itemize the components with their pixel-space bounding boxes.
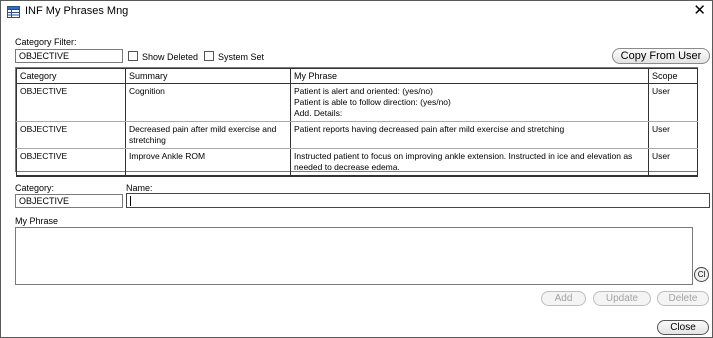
column-header-scope[interactable]: Scope (648, 68, 698, 84)
table-row[interactable]: OBJECTIVE Decreased pain after mild exer… (16, 121, 698, 149)
table-window-icon (7, 6, 20, 18)
update-button[interactable]: Update (593, 291, 651, 306)
phrases-table: Category Summary My Phrase Scope OBJECTI… (15, 67, 698, 177)
show-deleted-label: Show Deleted (142, 52, 199, 62)
cell-category: OBJECTIVE (16, 83, 126, 122)
phrase-line: Add. Details: (294, 108, 343, 118)
table-row[interactable]: OBJECTIVE Improve Ankle ROM Instructed p… (16, 148, 698, 177)
cell-summary: Improve Ankle ROM (125, 148, 291, 177)
cell-category: OBJECTIVE (16, 121, 126, 149)
summary-line: stretching (129, 135, 166, 145)
my-phrases-window: INF My Phrases Mng ✕ Category Filter: OB… (0, 0, 713, 338)
category-filter-input[interactable]: OBJECTIVE (15, 49, 123, 63)
clear-button[interactable]: Cl (694, 267, 709, 282)
text-cursor (130, 196, 131, 206)
cell-category: OBJECTIVE (16, 148, 126, 177)
window-title: INF My Phrases Mng (25, 5, 129, 17)
cell-my-phrase: Patient reports having decreased pain af… (290, 121, 649, 149)
column-header-my-phrase[interactable]: My Phrase (290, 68, 649, 84)
cell-scope: User (648, 83, 698, 122)
system-set-checkbox[interactable] (204, 51, 214, 61)
my-phrase-textarea[interactable] (15, 227, 693, 285)
phrase-line: Patient is alert and oriented: (yes/no) (294, 86, 433, 96)
name-label: Name: (126, 183, 153, 193)
show-deleted-checkbox[interactable] (128, 51, 138, 61)
category-filter-label: Category Filter: (15, 37, 77, 47)
add-button[interactable]: Add (541, 291, 586, 306)
cell-my-phrase: Patient is alert and oriented: (yes/no) … (290, 83, 649, 122)
cell-scope: User (648, 148, 698, 177)
column-header-category[interactable]: Category (16, 68, 126, 84)
summary-line: Decreased pain after mild exercise and (129, 124, 277, 134)
cell-my-phrase: Instructed patient to focus on improving… (290, 148, 649, 177)
phrase-line: Patient is able to follow direction: (ye… (294, 97, 451, 107)
cell-summary: Decreased pain after mild exercise and s… (125, 121, 291, 149)
delete-button[interactable]: Delete (657, 291, 709, 306)
my-phrase-label: My Phrase (15, 216, 59, 226)
system-set-label: System Set (218, 52, 265, 62)
close-window-icon[interactable]: ✕ (693, 3, 706, 19)
name-input[interactable] (126, 193, 710, 208)
title-bar: INF My Phrases Mng ✕ (1, 1, 712, 23)
copy-from-user-button[interactable]: Copy From User (612, 48, 710, 64)
category-input[interactable]: OBJECTIVE (15, 194, 123, 208)
phrase-line: needed to decrease edema. (294, 162, 400, 172)
category-label: Category: (15, 183, 55, 193)
table-row[interactable]: OBJECTIVE Cognition Patient is alert and… (16, 83, 698, 122)
cell-scope: User (648, 121, 698, 149)
column-header-summary[interactable]: Summary (125, 68, 291, 84)
cell-summary: Cognition (125, 83, 291, 122)
close-button[interactable]: Close (657, 320, 709, 335)
phrase-line: Instructed patient to focus on improving… (294, 151, 633, 161)
